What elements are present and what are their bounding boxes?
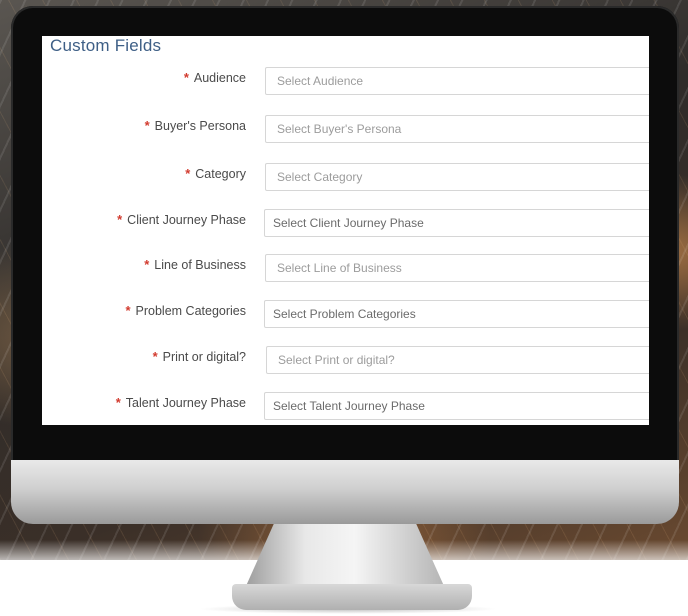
field-line-of-business: * Line of Business Select Line of Busines… — [42, 254, 649, 284]
talent-journey-phase-select[interactable]: Select Talent Journey Phase — [264, 392, 649, 420]
audience-select[interactable]: Select Audience — [265, 67, 649, 95]
monitor-stand-base — [232, 584, 472, 610]
field-label-text: Client Journey Phase — [127, 213, 246, 227]
field-problem-categories: * Problem Categories Select Problem Categ… — [42, 300, 649, 330]
monitor-chin — [11, 460, 679, 524]
field-label: * Category — [185, 166, 246, 181]
field-label-text: Line of Business — [154, 258, 246, 272]
field-label-text: Print or digital? — [162, 350, 246, 364]
buyers-persona-select[interactable]: Select Buyer's Persona — [265, 115, 649, 143]
field-talent-journey-phase: * Talent Journey Phase Select Talent Jour… — [42, 392, 649, 422]
field-label: * Buyer's Persona — [145, 118, 246, 133]
field-audience: * Audience Select Audience — [42, 67, 649, 97]
field-label-text: Problem Categories — [135, 304, 246, 318]
line-of-business-select[interactable]: Select Line of Business — [265, 254, 649, 282]
required-marker: * — [115, 395, 121, 410]
required-marker: * — [144, 118, 150, 133]
field-label-text: Buyer's Persona — [154, 119, 246, 133]
required-marker: * — [117, 212, 123, 227]
required-marker: * — [183, 70, 189, 85]
field-label-text: Audience — [193, 71, 246, 85]
field-label-text: Talent Journey Phase — [125, 396, 246, 410]
required-marker: * — [144, 257, 150, 272]
field-label: * Talent Journey Phase — [116, 395, 246, 410]
field-client-journey-phase: * Client Journey Phase Select Client Jour… — [42, 209, 649, 239]
form-title: Custom Fields — [50, 36, 162, 55]
monitor-screen: Custom Fields * Audience Select Audience … — [42, 36, 649, 425]
field-print-or-digital: * Print or digital? Select Print or digit… — [42, 346, 649, 376]
field-category: * Category Select Category — [42, 163, 649, 193]
monitor-stand-neck — [246, 524, 444, 586]
field-label: * Client Journey Phase — [117, 212, 246, 227]
required-marker: * — [185, 166, 191, 181]
client-journey-phase-select[interactable]: Select Client Journey Phase — [264, 209, 649, 237]
field-label: * Audience — [184, 70, 246, 85]
required-marker: * — [152, 349, 158, 364]
problem-categories-select[interactable]: Select Problem Categories — [264, 300, 649, 328]
category-select[interactable]: Select Category — [265, 163, 649, 191]
field-label: * Print or digital? — [153, 349, 246, 364]
field-label: * Line of Business — [144, 257, 246, 272]
print-or-digital-select[interactable]: Select Print or digital? — [266, 346, 649, 374]
field-buyers-persona: * Buyer's Persona Select Buyer's Persona — [42, 115, 649, 145]
field-label: * Problem Categories — [125, 303, 246, 318]
required-marker: * — [125, 303, 131, 318]
field-label-text: Category — [195, 167, 246, 181]
